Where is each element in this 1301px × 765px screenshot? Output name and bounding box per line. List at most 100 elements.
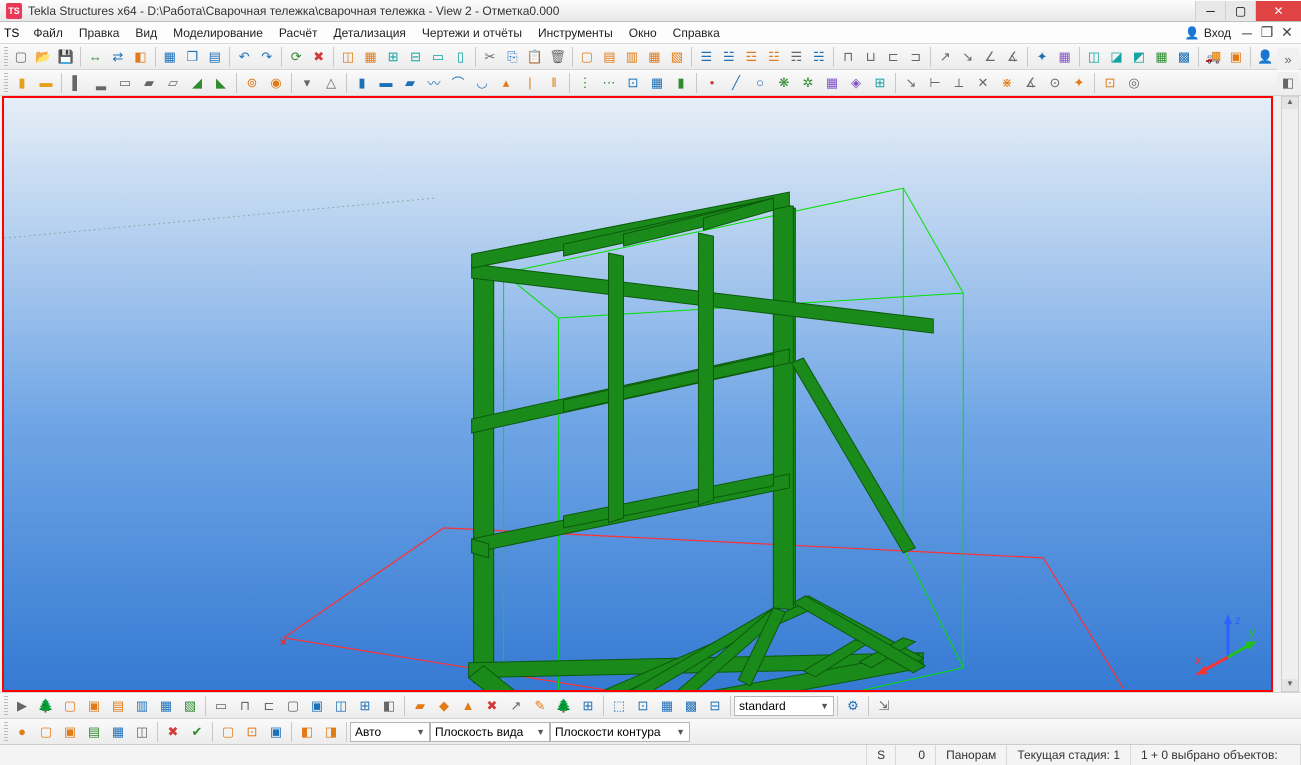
toolbar-grip[interactable] bbox=[4, 47, 8, 67]
list-icon[interactable]: ▤ bbox=[205, 46, 226, 68]
filter3-icon[interactable]: ⊏ bbox=[258, 695, 280, 717]
profile8-icon[interactable]: | bbox=[519, 72, 541, 94]
m6-icon[interactable]: ◫ bbox=[131, 721, 153, 743]
m13-icon[interactable]: ◨ bbox=[320, 721, 342, 743]
phase1-icon[interactable]: ◫ bbox=[1084, 46, 1105, 68]
comp2-icon[interactable]: ✲ bbox=[797, 72, 819, 94]
rebar3-icon[interactable]: ⊡ bbox=[622, 72, 644, 94]
open-icon[interactable]: 📂 bbox=[33, 46, 54, 68]
obj1-icon[interactable]: ▰ bbox=[409, 695, 431, 717]
grid3-icon[interactable]: ⊟ bbox=[405, 46, 426, 68]
bolt2-icon[interactable]: ◉ bbox=[265, 72, 287, 94]
frame2-icon[interactable]: ⊔ bbox=[861, 46, 882, 68]
m8-icon[interactable]: ✔ bbox=[186, 721, 208, 743]
area5-icon[interactable]: ⊟ bbox=[704, 695, 726, 717]
m2-icon[interactable]: ▢ bbox=[35, 721, 57, 743]
filter5-icon[interactable]: ▣ bbox=[306, 695, 328, 717]
area4-icon[interactable]: ▩ bbox=[680, 695, 702, 717]
obj2-icon[interactable]: ◆ bbox=[433, 695, 455, 717]
inner-restore[interactable]: ❐ bbox=[1257, 24, 1277, 41]
sel-box6-icon[interactable]: ▧ bbox=[179, 695, 201, 717]
menu-modeling[interactable]: Моделирование bbox=[165, 24, 271, 42]
view1-icon[interactable]: ⊡ bbox=[1099, 72, 1121, 94]
menu-help[interactable]: Справка bbox=[665, 24, 728, 42]
weld1-icon[interactable]: ▾ bbox=[296, 72, 318, 94]
obj4-icon[interactable]: ✖ bbox=[481, 695, 503, 717]
report3-icon[interactable]: ☲ bbox=[741, 46, 762, 68]
share-icon[interactable]: ↔ bbox=[85, 46, 106, 68]
drawing4-icon[interactable]: ▦ bbox=[644, 46, 665, 68]
obj8-icon[interactable]: ⊞ bbox=[577, 695, 599, 717]
obj5-icon[interactable]: ↗ bbox=[505, 695, 527, 717]
rebar2-icon[interactable]: ⋯ bbox=[598, 72, 620, 94]
render-icon[interactable]: ◧ bbox=[1277, 72, 1299, 94]
frame1-icon[interactable]: ⊓ bbox=[838, 46, 859, 68]
sel-tree-icon[interactable]: 🌲 bbox=[35, 695, 57, 717]
sel-box4-icon[interactable]: ▥ bbox=[131, 695, 153, 717]
menu-window[interactable]: Окно bbox=[621, 24, 665, 42]
obj7-icon[interactable]: 🌲 bbox=[553, 695, 575, 717]
sel-box2-icon[interactable]: ▣ bbox=[83, 695, 105, 717]
model-icon[interactable]: ◫ bbox=[338, 46, 359, 68]
area2-icon[interactable]: ⊡ bbox=[632, 695, 654, 717]
report5-icon[interactable]: ☴ bbox=[786, 46, 807, 68]
adjust-icon[interactable]: ⚙ bbox=[842, 695, 864, 717]
sel-box3-icon[interactable]: ▤ bbox=[107, 695, 129, 717]
snap6-icon[interactable]: ∡ bbox=[1020, 72, 1042, 94]
measure2-icon[interactable]: ↘ bbox=[957, 46, 978, 68]
contour-plane-combo[interactable]: Плоскости контура▼ bbox=[550, 722, 690, 742]
filter7-icon[interactable]: ⊞ bbox=[354, 695, 376, 717]
m3-icon[interactable]: ▣ bbox=[59, 721, 81, 743]
compass-icon[interactable]: ✦ bbox=[1032, 46, 1053, 68]
snap8-icon[interactable]: ✦ bbox=[1068, 72, 1090, 94]
profile7-icon[interactable]: ▴ bbox=[495, 72, 517, 94]
menu-edit[interactable]: Правка bbox=[71, 24, 128, 42]
frame4-icon[interactable]: ⊐ bbox=[906, 46, 927, 68]
menu-drawings[interactable]: Чертежи и отчёты bbox=[414, 24, 530, 42]
obj6-icon[interactable]: ✎ bbox=[529, 695, 551, 717]
plate5-icon[interactable]: ▱ bbox=[162, 72, 184, 94]
frame3-icon[interactable]: ⊏ bbox=[883, 46, 904, 68]
snap1-icon[interactable]: ↘ bbox=[900, 72, 922, 94]
menu-app-icon[interactable]: TS bbox=[4, 26, 19, 40]
paste-icon[interactable]: 📋 bbox=[525, 46, 546, 68]
profile9-icon[interactable]: ‖ bbox=[543, 72, 565, 94]
comp5-icon[interactable]: ⊞ bbox=[869, 72, 891, 94]
m12-icon[interactable]: ◧ bbox=[296, 721, 318, 743]
obj3-icon[interactable]: ▲ bbox=[457, 695, 479, 717]
grid-icon[interactable]: ▦ bbox=[1054, 46, 1075, 68]
m5-icon[interactable]: ▦ bbox=[107, 721, 129, 743]
snap2-icon[interactable]: ⊢ bbox=[924, 72, 946, 94]
scroll-down-icon[interactable]: ▼ bbox=[1282, 679, 1298, 691]
maximize-button[interactable]: ▢ bbox=[1225, 1, 1255, 21]
comp4-icon[interactable]: ◈ bbox=[845, 72, 867, 94]
filter6-icon[interactable]: ◫ bbox=[330, 695, 352, 717]
report4-icon[interactable]: ☳ bbox=[764, 46, 785, 68]
column-icon[interactable]: ▮ bbox=[11, 72, 33, 94]
menu-file[interactable]: Файл bbox=[25, 24, 71, 42]
layers-icon[interactable]: ❐ bbox=[182, 46, 203, 68]
beam-icon[interactable]: ▬ bbox=[35, 72, 57, 94]
m4-icon[interactable]: ▤ bbox=[83, 721, 105, 743]
login-button[interactable]: 👤 Вход bbox=[1179, 24, 1237, 42]
snap5-icon[interactable]: ⋇ bbox=[996, 72, 1018, 94]
sel-arrow-icon[interactable]: ▶ bbox=[11, 695, 33, 717]
m7-icon[interactable]: ✖ bbox=[162, 721, 184, 743]
grid2-icon[interactable]: ⊞ bbox=[383, 46, 404, 68]
lock-icon[interactable]: ⇲ bbox=[873, 695, 895, 717]
comp3-icon[interactable]: ▦ bbox=[821, 72, 843, 94]
new-icon[interactable]: ▢ bbox=[11, 46, 32, 68]
filter4-icon[interactable]: ▢ bbox=[282, 695, 304, 717]
viewport-scrollbar[interactable]: ▲ ▼ bbox=[1281, 96, 1299, 692]
profile1-icon[interactable]: ▮ bbox=[351, 72, 373, 94]
report2-icon[interactable]: ☱ bbox=[719, 46, 740, 68]
drawing1-icon[interactable]: ▢ bbox=[577, 46, 598, 68]
plate7-icon[interactable]: ◣ bbox=[210, 72, 232, 94]
publish-icon[interactable]: ◧ bbox=[130, 46, 151, 68]
profile6-icon[interactable]: ◡ bbox=[471, 72, 493, 94]
grid1-icon[interactable]: ▦ bbox=[360, 46, 381, 68]
weld2-icon[interactable]: △ bbox=[320, 72, 342, 94]
nc-icon[interactable]: ▣ bbox=[1226, 46, 1247, 68]
phase3-icon[interactable]: ◩ bbox=[1129, 46, 1150, 68]
scroll-up-icon[interactable]: ▲ bbox=[1282, 97, 1298, 109]
